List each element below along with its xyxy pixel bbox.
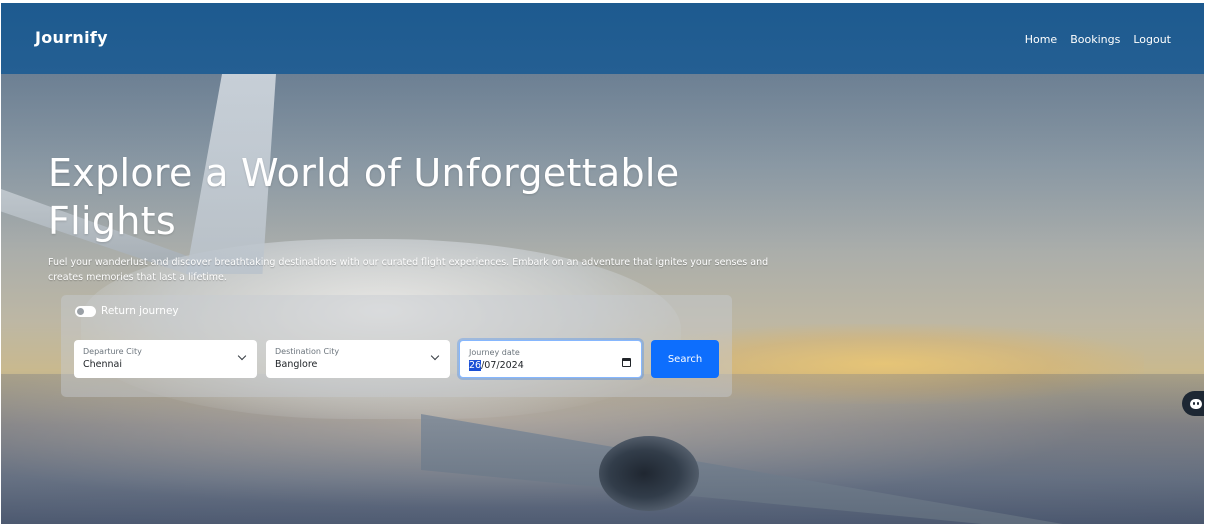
chat-bot-icon — [1190, 398, 1202, 409]
destination-city-select[interactable]: Destination City Banglore — [266, 340, 450, 378]
hero-title: Explore a World of Unforgettable Flights — [48, 151, 680, 243]
search-button[interactable]: Search — [651, 340, 719, 378]
journey-date-value: 26/07/2024 — [469, 359, 632, 372]
chat-bot-button[interactable] — [1182, 391, 1204, 416]
nav-link-logout[interactable]: Logout — [1133, 33, 1171, 46]
toggle-knob — [77, 307, 84, 315]
journey-date-day-segment[interactable]: 26 — [469, 360, 482, 371]
destination-city-value: Banglore — [275, 359, 318, 370]
return-journey-label: Return journey — [101, 305, 179, 317]
departure-city-label: Departure City — [83, 347, 142, 356]
nav-link-bookings[interactable]: Bookings — [1070, 33, 1120, 46]
hero-section: Explore a World of Unforgettable Flights… — [1, 74, 1204, 524]
departure-city-value: Chennai — [83, 359, 123, 370]
hero-subtitle: Fuel your wanderlust and discover breath… — [48, 257, 769, 283]
flight-search-panel: Return journey Departure City Chennai De… — [61, 295, 732, 397]
departure-city-select[interactable]: Departure City Chennai — [74, 340, 257, 378]
return-journey-row: Return journey — [75, 305, 179, 317]
airplane-engine — [599, 436, 699, 511]
destination-city-label: Destination City — [275, 347, 340, 356]
navbar: Journify Home Bookings Logout — [1, 3, 1204, 74]
brand-logo[interactable]: Journify — [35, 28, 108, 47]
page-frame: Journify Home Bookings Logout Explore a … — [1, 3, 1204, 524]
calendar-icon[interactable] — [622, 358, 631, 367]
journey-date-label: Journey date — [469, 348, 520, 357]
return-journey-toggle[interactable] — [75, 305, 96, 317]
nav-link-home[interactable]: Home — [1025, 33, 1057, 46]
journey-date-input[interactable]: Journey date 26/07/2024 — [459, 340, 642, 378]
journey-date-rest: /07/2024 — [481, 360, 524, 371]
nav-links: Home Bookings Logout — [1025, 33, 1171, 46]
